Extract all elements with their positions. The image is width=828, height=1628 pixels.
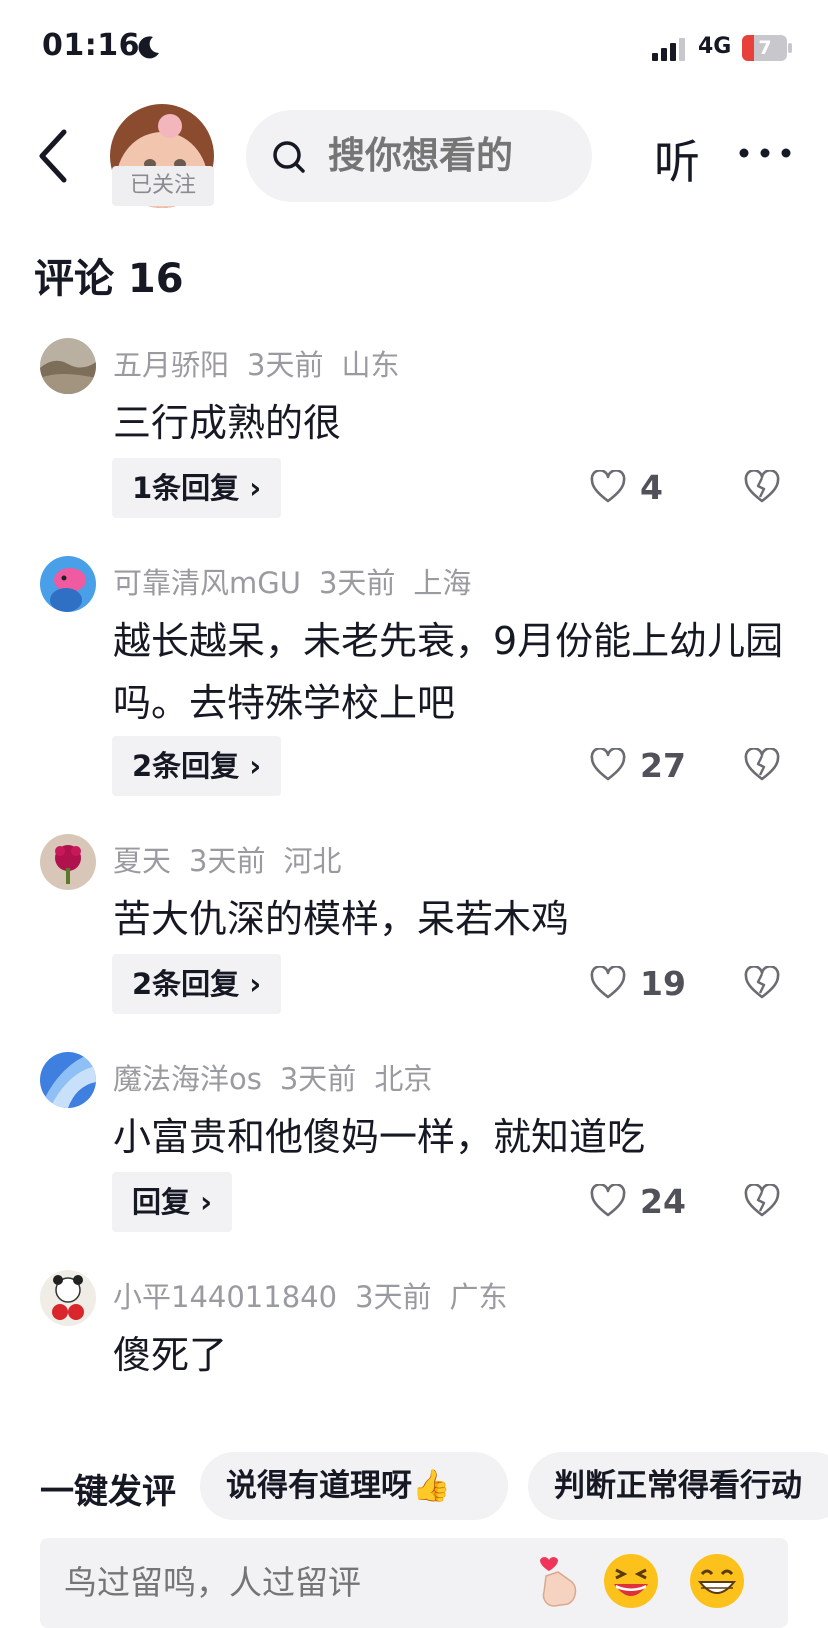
follow-status-badge[interactable]: 已关注 [112,166,214,206]
dislike-button[interactable] [744,954,780,1014]
laughing-emoji-icon[interactable] [602,1552,660,1610]
search-input[interactable] [328,110,568,202]
comment-input-bar[interactable] [40,1538,788,1628]
comment-text: 三行成熟的很 [113,401,342,445]
quick-comment-chip[interactable]: 判断正常得看行动 [528,1452,828,1520]
comment-location: 北京 [374,1062,433,1096]
comment-location: 上海 [413,566,472,600]
search-bar[interactable] [246,110,592,202]
signal-icon [652,38,685,61]
username[interactable]: 小平144011840 [113,1280,337,1314]
heart-icon [590,748,626,781]
comment-time: 3天前 [189,844,266,878]
comment-location: 河北 [283,844,342,878]
dislike-icon [744,748,780,781]
avatar[interactable] [40,338,96,394]
like-button[interactable]: 27 [590,736,720,796]
moon-icon [138,36,159,59]
status-time: 01:16 [42,28,140,63]
avatar[interactable] [40,1270,96,1326]
username[interactable]: 可靠清风mGU [113,566,301,600]
finger-heart-emoji-icon[interactable] [528,1552,586,1610]
dislike-button[interactable] [744,1172,780,1232]
username[interactable]: 五月骄阳 [113,348,229,382]
more-icon[interactable] [738,146,792,160]
comment-time: 3天前 [279,1062,357,1096]
reply-button[interactable]: 回复 › [112,1172,233,1232]
username[interactable]: 夏天 [113,844,171,878]
avatar[interactable] [40,1052,96,1108]
comments-title: 评论 16 [34,256,184,302]
dislike-icon [744,966,780,999]
dislike-button[interactable] [744,458,780,518]
like-button[interactable]: 4 [590,458,720,518]
comment-meta: 夏天 3天前 河北 [113,838,359,880]
back-icon[interactable] [36,126,72,186]
view-replies-button[interactable]: 2条回复 › [112,736,282,796]
network-type: 4G [698,34,732,59]
comment-text: 越长越呆，未老先衰，9月份能上幼儿园吗。去特殊学校上吧 [113,619,784,725]
quick-comment-chip[interactable]: 说得有道理呀👍 [200,1452,508,1520]
dislike-icon [744,470,780,503]
comment-time: 3天前 [355,1280,432,1314]
username[interactable]: 魔法海洋os [113,1062,262,1096]
view-replies-button[interactable]: 1条回复 › [112,458,282,518]
listen-button[interactable]: 听 [654,126,700,192]
like-button[interactable]: 19 [590,954,720,1014]
comment-meta: 魔法海洋os 3天前 北京 [113,1056,450,1098]
comment-location: 山东 [341,348,400,382]
comment-text: 小富贵和他傻妈一样，就知道吃 [113,1115,646,1159]
search-icon [273,141,305,173]
like-button[interactable]: 24 [590,1172,720,1232]
comment-meta: 小平144011840 3天前 广东 [113,1274,526,1316]
comment-time: 3天前 [247,348,324,382]
avatar[interactable] [40,834,96,890]
heart-icon [590,470,626,503]
comment-meta: 可靠清风mGU 3天前 上海 [113,560,489,602]
avatar[interactable] [40,556,96,612]
dislike-button[interactable] [744,736,780,796]
comment-text: 苦大仇深的模样，呆若木鸡 [113,897,570,941]
like-count: 27 [640,746,686,785]
like-count: 24 [640,1182,686,1221]
heart-icon [590,966,626,999]
comment-meta: 五月骄阳 3天前 山东 [113,342,417,384]
comment-location: 广东 [449,1280,508,1314]
heart-icon [590,1184,626,1217]
like-count: 19 [640,964,686,1003]
quick-comment-label: 一键发评 [40,1472,176,1512]
comment-input[interactable] [64,1538,484,1628]
battery-level: 7 [758,37,772,59]
top-header: 已关注 听 [0,96,828,216]
comment-time: 3天前 [318,566,396,600]
comment-text: 傻死了 [113,1333,228,1377]
status-bar: 01:16 4G 7 [0,0,828,96]
quick-comment-bar: 一键发评 说得有道理呀👍 判断正常得看行动 [0,1452,828,1522]
grinning-emoji-icon[interactable] [688,1552,746,1610]
view-replies-button[interactable]: 2条回复 › [112,954,282,1014]
dislike-icon [744,1184,780,1217]
like-count: 4 [640,468,663,507]
